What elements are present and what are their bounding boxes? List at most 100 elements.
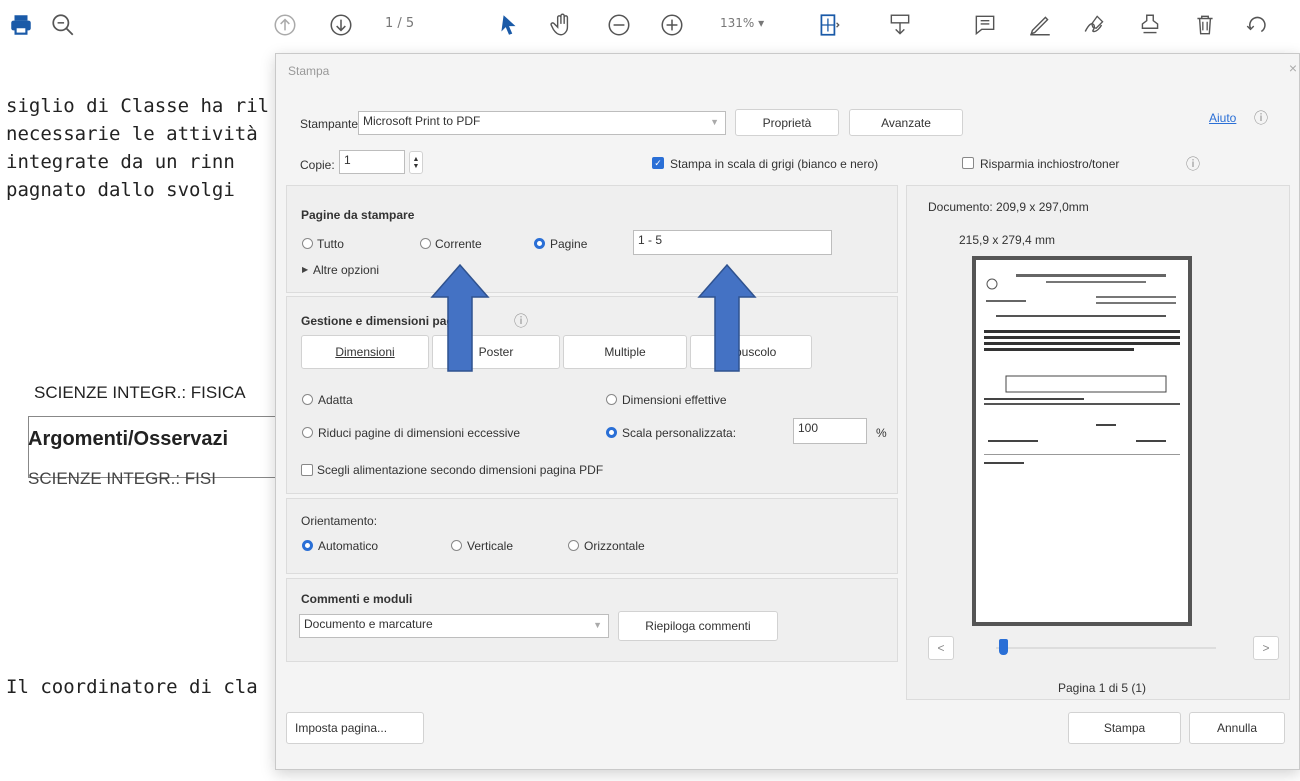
- dialog-title: Stampa: [288, 64, 330, 78]
- document-size-label: Documento: 209,9 x 297,0mm: [928, 200, 1089, 214]
- next-preview-button[interactable]: >: [1253, 636, 1279, 660]
- more-options-toggle[interactable]: Altre opzioni: [313, 263, 379, 277]
- hand-tool-icon[interactable]: [545, 8, 579, 42]
- signature-icon[interactable]: [1078, 8, 1112, 42]
- orientation-horizontal-label: Orizzontale: [584, 539, 645, 553]
- actual-size-radio[interactable]: [606, 394, 617, 405]
- fit-radio[interactable]: [302, 394, 313, 405]
- trash-icon[interactable]: [1188, 8, 1222, 42]
- custom-scale-input[interactable]: 100: [793, 418, 867, 444]
- printer-select[interactable]: Microsoft Print to PDF ▼: [358, 111, 726, 135]
- chevron-down-icon: ▼: [710, 117, 719, 127]
- pdf-toolbar: 1 / 5 131% ▾: [0, 0, 1300, 50]
- preview-slider-handle[interactable]: [999, 639, 1008, 655]
- actual-size-label: Dimensioni effettive: [622, 393, 727, 407]
- printer-value: Microsoft Print to PDF: [363, 114, 481, 128]
- document-text-line: integrate da un rinn: [6, 151, 235, 173]
- page-setup-button[interactable]: Imposta pagina...: [286, 712, 424, 744]
- document-subject-text: SCIENZE INTEGR.: FISI: [28, 469, 216, 488]
- help-link[interactable]: Aiuto: [1209, 111, 1236, 125]
- preview-slider-track[interactable]: [996, 647, 1216, 649]
- properties-button[interactable]: Proprietà: [735, 109, 839, 136]
- print-icon[interactable]: [4, 8, 38, 42]
- fit-label: Adatta: [318, 393, 353, 407]
- orientation-horizontal-radio[interactable]: [568, 540, 579, 551]
- page-indicator[interactable]: 1 / 5: [385, 16, 414, 31]
- shrink-radio[interactable]: [302, 427, 313, 438]
- previous-page-icon[interactable]: [268, 8, 302, 42]
- custom-scale-label: Scala personalizzata:: [622, 426, 737, 440]
- pages-all-radio[interactable]: [302, 238, 313, 249]
- comments-select[interactable]: Documento e marcature ▼: [299, 614, 609, 638]
- document-heading: Argomenti/Osservazi: [28, 428, 229, 450]
- comments-select-value: Documento e marcature: [304, 617, 433, 631]
- save-ink-label: Risparmia inchiostro/toner: [980, 157, 1120, 171]
- orientation-title: Orientamento:: [301, 514, 378, 528]
- orientation-auto-radio[interactable]: [302, 540, 313, 551]
- next-page-icon[interactable]: [324, 8, 358, 42]
- paper-source-checkbox[interactable]: [301, 464, 313, 476]
- pages-all-label: Tutto: [317, 237, 344, 251]
- orientation-auto-label: Automatico: [318, 539, 379, 553]
- pages-range-label: Pagine: [550, 237, 588, 251]
- orientation-section: [286, 498, 898, 574]
- comment-icon[interactable]: [968, 8, 1002, 42]
- save-ink-checkbox[interactable]: [962, 157, 974, 169]
- zoom-out-icon[interactable]: [602, 8, 636, 42]
- grayscale-label: Stampa in scala di grigi (bianco e nero): [670, 157, 879, 171]
- grayscale-checkbox[interactable]: ✓: [652, 157, 664, 169]
- stamp-icon[interactable]: [1133, 8, 1167, 42]
- cancel-button[interactable]: Annulla: [1189, 712, 1285, 744]
- document-text-line: necessarie le attività: [6, 123, 258, 145]
- info-icon[interactable]: ⓘ: [1186, 154, 1200, 174]
- orientation-vertical-label: Verticale: [467, 539, 514, 553]
- highlight-pen-icon[interactable]: [1023, 8, 1057, 42]
- select-cursor-icon[interactable]: [492, 8, 526, 42]
- size-tab-label: Dimensioni: [335, 345, 395, 359]
- pages-section-title: Pagine da stampare: [301, 208, 415, 222]
- comments-title: Commenti e moduli: [301, 592, 413, 606]
- preview-page-status: Pagina 1 di 5 (1): [1058, 681, 1147, 695]
- search-icon[interactable]: [46, 8, 80, 42]
- close-icon[interactable]: ×: [1289, 60, 1297, 76]
- preview-thumbnail: [972, 256, 1192, 626]
- paper-size-label: 215,9 x 279,4 mm: [959, 233, 1056, 247]
- preview-page-content: [976, 260, 1188, 622]
- multiple-tab-button[interactable]: Multiple: [563, 335, 687, 369]
- shrink-label: Riduci pagine di dimensioni eccessive: [318, 426, 521, 440]
- document-text-line: pagnato dallo svolgi: [6, 179, 235, 201]
- summarize-comments-button[interactable]: Riepiloga commenti: [618, 611, 778, 641]
- advanced-button[interactable]: Avanzate: [849, 109, 963, 136]
- pages-range-input[interactable]: 1 - 5: [633, 230, 832, 255]
- printer-label: Stampante:: [300, 117, 362, 131]
- size-tab-button[interactable]: Dimensioni: [301, 335, 429, 369]
- up-arrow-annotation-icon: [430, 263, 490, 372]
- percent-label: %: [876, 426, 887, 440]
- help-icon[interactable]: ⓘ: [1254, 108, 1268, 128]
- previous-preview-button[interactable]: <: [928, 636, 954, 660]
- print-button[interactable]: Stampa: [1068, 712, 1181, 744]
- preview-page-graphic: [984, 274, 1180, 464]
- copies-input[interactable]: 1: [339, 150, 405, 174]
- copies-label: Copie:: [300, 158, 335, 172]
- zoom-level-dropdown[interactable]: 131% ▾: [720, 16, 764, 30]
- document-coordinator-text: Il coordinatore di cla: [6, 676, 258, 698]
- chevron-down-icon: ▼: [593, 620, 602, 630]
- copies-stepper[interactable]: ▲ ▼: [409, 151, 423, 174]
- fit-page-icon[interactable]: [812, 8, 846, 42]
- pages-current-radio[interactable]: [420, 238, 431, 249]
- paper-source-label: Scegli alimentazione secondo dimensioni …: [317, 463, 604, 477]
- pages-range-radio[interactable]: [534, 238, 545, 249]
- scroll-mode-icon[interactable]: [883, 8, 917, 42]
- pages-current-label: Corrente: [435, 237, 482, 251]
- rotate-icon[interactable]: [1240, 8, 1274, 42]
- document-subject-label: SCIENZE INTEGR.: FISICA: [34, 383, 246, 402]
- zoom-in-icon[interactable]: [655, 8, 689, 42]
- up-arrow-annotation-icon: [697, 263, 757, 372]
- print-dialog: Stampa × Aiuto ⓘ Stampante: Microsoft Pr…: [275, 53, 1300, 770]
- expand-triangle-icon[interactable]: ▶: [302, 265, 308, 274]
- orientation-vertical-radio[interactable]: [451, 540, 462, 551]
- document-text-line: siglio di Classe ha ril: [6, 95, 270, 117]
- custom-scale-radio[interactable]: [606, 427, 617, 438]
- sizing-info-icon[interactable]: ⓘ: [514, 311, 528, 331]
